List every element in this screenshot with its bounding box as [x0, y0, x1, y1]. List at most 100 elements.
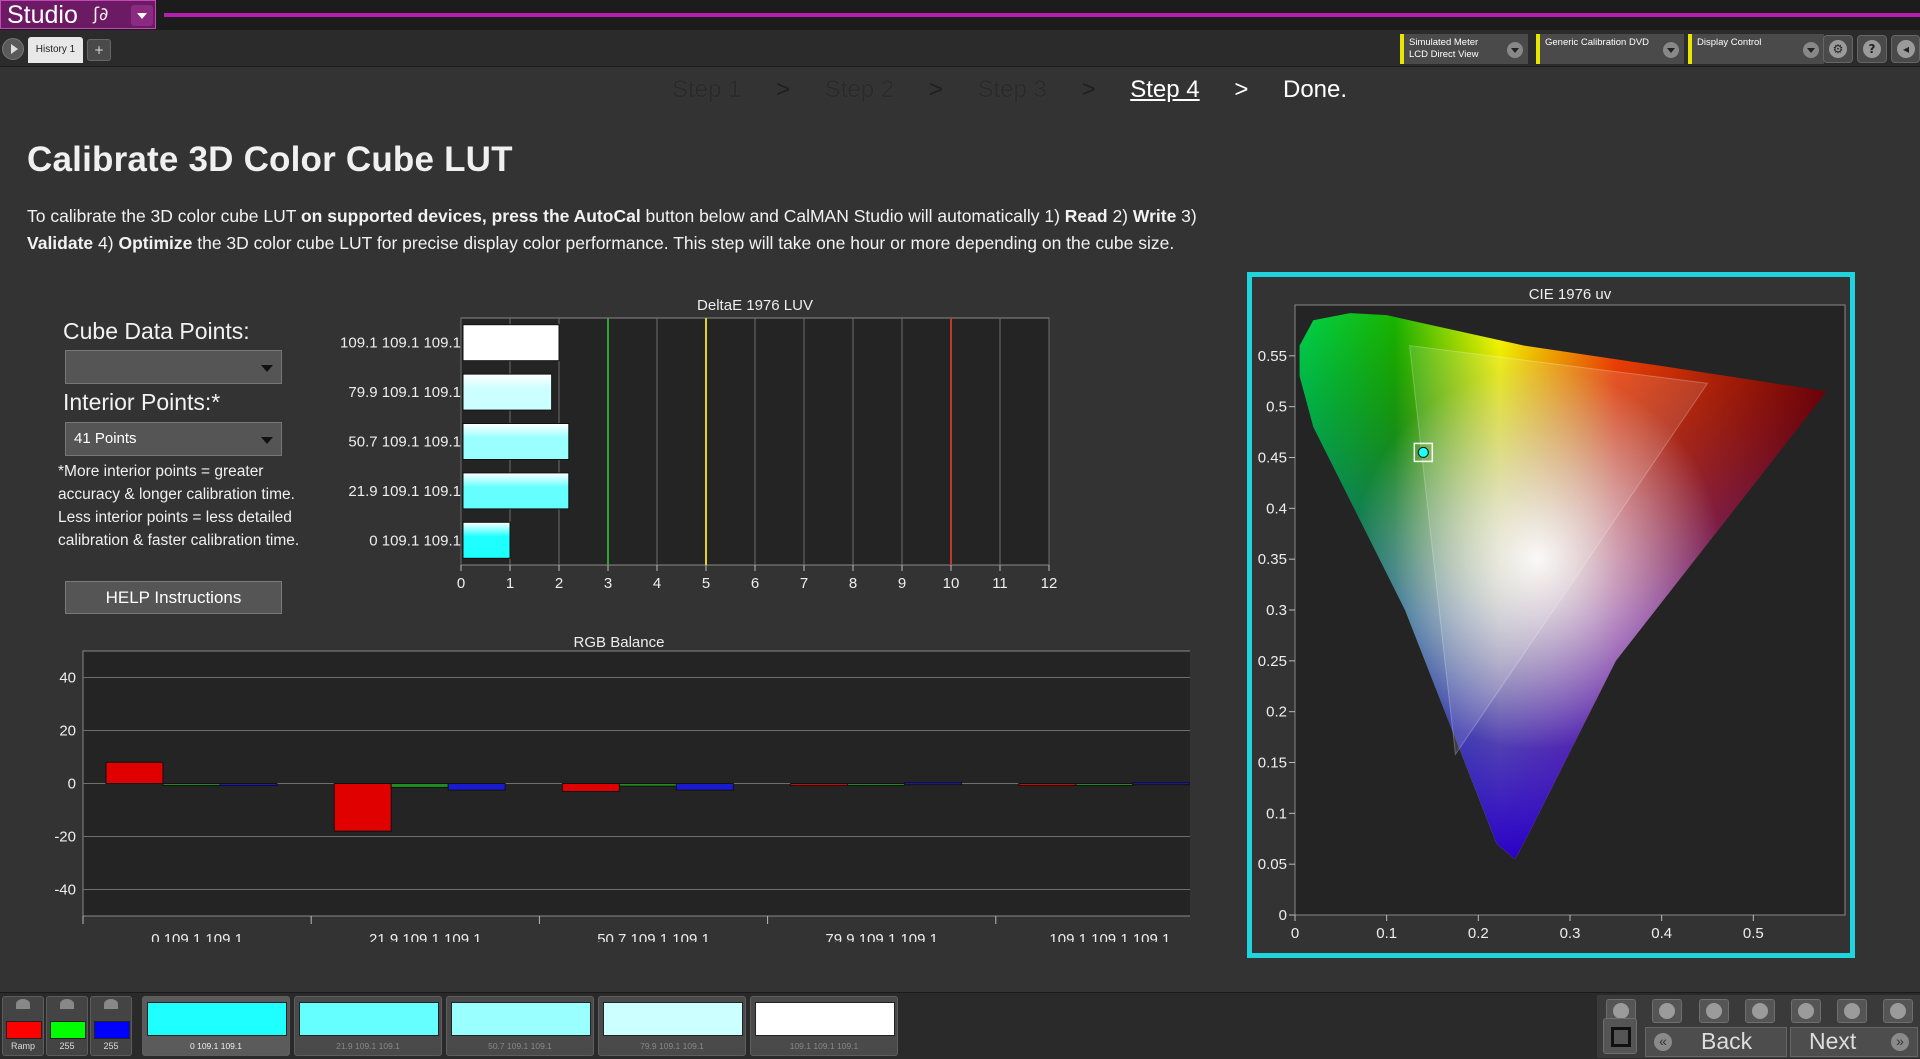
measured-point [1417, 446, 1429, 458]
tab-scroll-icon[interactable] [2, 38, 24, 60]
chart-title: DeltaE 1976 LUV [697, 297, 813, 314]
desc-bold: on supported devices, press the AutoCal [300, 206, 641, 226]
chevron-up-icon[interactable] [104, 999, 118, 1009]
step-separator: > [776, 76, 791, 103]
x-tick-label: 0 [457, 575, 465, 592]
tab-history-1[interactable]: History 1 [28, 37, 83, 63]
collapse-panel-button[interactable]: ◂ [1891, 35, 1920, 63]
interior-points-note: *More interior points = greater accuracy… [58, 463, 300, 549]
page-description: To calibrate the 3D color cube LUT on su… [27, 203, 1257, 257]
step-1[interactable]: Step 1 [672, 76, 741, 104]
y-tick-label: 0.05 [1258, 856, 1287, 873]
red-swatch [6, 1021, 42, 1039]
next-button[interactable]: Next » [1790, 1027, 1918, 1057]
blue-channel-control[interactable]: 255 [90, 996, 132, 1056]
cube-data-points-label: Cube Data Points: [63, 318, 250, 344]
patch-3[interactable]: 79.9 109.1 109.1 [598, 996, 746, 1056]
cube-data-points-select[interactable] [65, 350, 282, 384]
x-tick-label: 0 109.1 109.1 [151, 931, 243, 942]
green-swatch [50, 1021, 86, 1039]
autocal-button[interactable] [1837, 999, 1867, 1023]
rgb-balance-chart: RGB Balance 40 20 0 -20 -40 0 109.1 109.1 21.9 … [54, 634, 1190, 942]
x-tick-label: 2 [555, 575, 563, 592]
rgb-bar [219, 783, 278, 786]
deltae-chart: DeltaE 1976 LUV0 1 2 3 4 5 6 7 8 9 10 11 12109.1 109… [340, 297, 1058, 592]
y-tick-label: 79.9 109.1 109.1 [348, 384, 461, 401]
green-channel-control[interactable]: 255 [46, 996, 88, 1056]
x-tick-label: 7 [800, 575, 808, 592]
stop-button[interactable] [1652, 999, 1682, 1023]
studio-logo-menu[interactable]: Studio ʃ∂ [0, 0, 156, 29]
interior-points-label: Interior Points:* [63, 389, 221, 415]
chevron-up-icon [1613, 1003, 1629, 1019]
patch-2[interactable]: 50.7 109.1 109.1 [446, 996, 594, 1056]
source-dropdown[interactable]: Generic Calibration DVD [1536, 34, 1684, 64]
chevron-up-icon[interactable] [60, 999, 74, 1009]
y-tick-label: 50.7 109.1 109.1 [348, 434, 461, 451]
help-instructions-button[interactable]: HELP Instructions [65, 581, 282, 614]
y-tick-label: -20 [54, 829, 76, 846]
chevron-up-icon[interactable] [16, 999, 30, 1009]
add-tab-button[interactable]: + [87, 39, 111, 61]
rgb-bar [904, 782, 963, 786]
patch-1[interactable]: 21.9 109.1 109.1 [294, 996, 442, 1056]
meter-dropdown[interactable]: Simulated Meter LCD Direct View [1400, 34, 1528, 64]
page-title: Calibrate 3D Color Cube LUT [27, 140, 513, 179]
logo-text: Studio [7, 1, 78, 29]
logo-dropdown-icon[interactable] [131, 5, 153, 26]
step-done[interactable]: Done. [1283, 76, 1347, 104]
extra-button[interactable] [1883, 999, 1913, 1023]
desc-bold: Optimize [118, 233, 193, 253]
y-tick-label: 20 [59, 723, 76, 740]
y-tick-label: 0.55 [1258, 348, 1287, 365]
rgb-bar [1075, 783, 1134, 786]
step-separator: > [1234, 76, 1249, 103]
settings-button[interactable]: ⚙ [1823, 35, 1853, 63]
x-tick-label: 9 [898, 575, 906, 592]
step-4[interactable]: Step 4 [1130, 76, 1199, 104]
red-channel-control[interactable]: Ramp [2, 996, 44, 1056]
deltae-bar [462, 373, 553, 411]
x-tick-label: 11 [992, 575, 1008, 592]
single-read-button[interactable] [1745, 999, 1775, 1023]
infinity-icon [1798, 1003, 1814, 1019]
desc-text: 4) [93, 233, 119, 253]
interior-points-select[interactable]: 41 Points [65, 422, 282, 456]
chart-title: CIE 1976 uv [1529, 286, 1612, 303]
stop-square-button[interactable] [1603, 1018, 1637, 1054]
display-control-dropdown[interactable]: Display Control [1688, 34, 1824, 64]
help-button[interactable]: ? [1857, 35, 1887, 63]
desc-bold: Validate [27, 233, 94, 253]
step-3[interactable]: Step 3 [978, 76, 1047, 104]
patch-4[interactable]: 109.1 109.1 109.1 [750, 996, 898, 1056]
y-tick-label: 21.9 109.1 109.1 [348, 483, 461, 500]
patch-0[interactable]: 0 109.1 109.1 [142, 996, 290, 1056]
x-tick-label: 0.2 [1468, 925, 1489, 942]
x-tick-label: 12 [1041, 575, 1058, 592]
x-tick-label: 1 [506, 575, 514, 592]
desc-text: 3) [1176, 206, 1197, 226]
y-tick-label: 0.2 [1266, 704, 1287, 721]
step-breadcrumb: Step 1 > Step 2 > Step 3 > Step 4 > Done… [672, 76, 1375, 110]
y-tick-label: 0 109.1 109.1 [369, 532, 461, 549]
rgb-bar [162, 783, 221, 786]
rgb-bar [447, 783, 506, 791]
continuous-read-button[interactable] [1791, 999, 1821, 1023]
rgb-bar [105, 761, 164, 785]
x-tick-label: 0.3 [1560, 925, 1581, 942]
chevron-down-icon [1663, 42, 1679, 58]
x-tick-label: 109.1 109.1 109.1 [1049, 931, 1170, 942]
desc-bold: Write [1132, 206, 1177, 226]
x-tick-label: 3 [604, 575, 612, 592]
back-label: Back [1701, 1028, 1753, 1054]
patch-swatch [147, 1002, 287, 1036]
patch-label: 50.7 109.1 109.1 [488, 1041, 552, 1051]
double-chevron-right-icon: » [1891, 1033, 1909, 1051]
play-button[interactable] [1699, 999, 1729, 1023]
back-button[interactable]: « Back [1645, 1027, 1787, 1057]
x-tick-label: 10 [943, 575, 960, 592]
x-tick-label: 4 [653, 575, 661, 592]
step-2[interactable]: Step 2 [825, 76, 894, 104]
blue-channel-label: 255 [103, 1041, 119, 1051]
deltae-bar [462, 423, 570, 460]
